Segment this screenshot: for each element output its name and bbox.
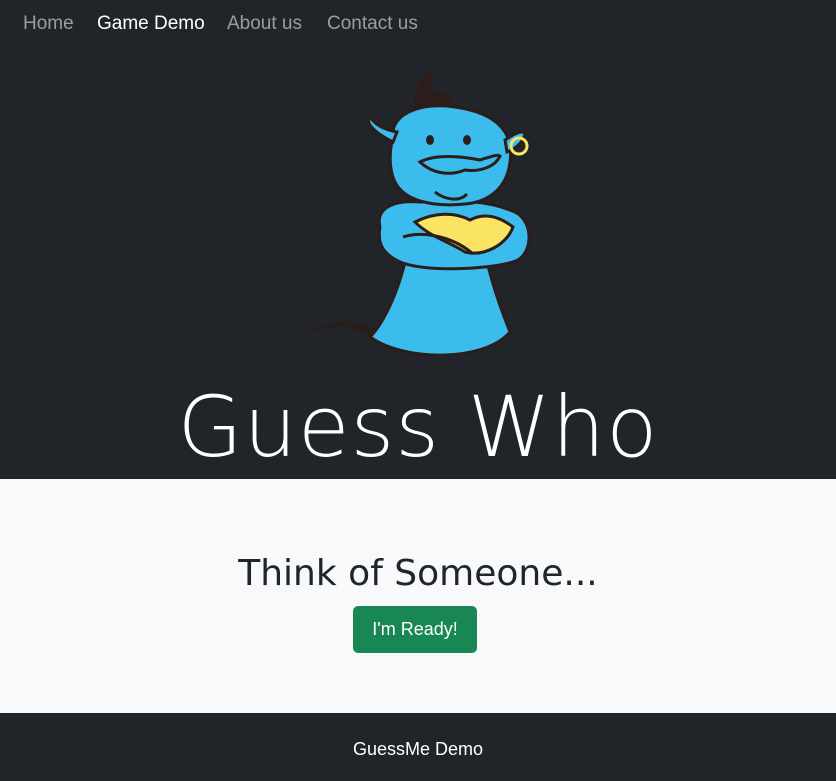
nav-item-game-demo[interactable]: Game Demo [97,12,205,36]
hero-title: Guess Who [177,378,659,476]
page: Home Game Demo About us Contact us Guess… [0,0,836,781]
ready-button[interactable]: I'm Ready! [353,606,477,653]
genie-mascot-icon [295,70,531,357]
main-section: Think of Someone... I'm Ready! [0,479,836,713]
footer: GuessMe Demo [0,713,836,781]
prompt-heading: Think of Someone... [238,553,598,594]
hero-header: Home Game Demo About us Contact us Guess… [0,0,836,479]
nav-item-home[interactable]: Home [23,12,74,36]
nav-item-contact-us[interactable]: Contact us [327,12,418,36]
nav-item-about-us[interactable]: About us [227,12,302,36]
navbar: Home Game Demo About us Contact us [0,0,836,48]
footer-text: GuessMe Demo [352,739,484,759]
